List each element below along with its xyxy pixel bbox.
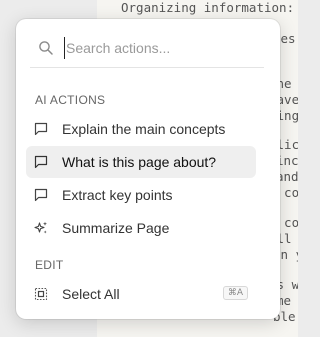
action-label: Extract key points [62,187,173,203]
chat-bubble-icon [34,188,48,202]
action-select-all[interactable]: Select All ⌘A [26,278,256,310]
chat-bubble-icon [34,155,48,169]
document-text-line: Organizing information: Ma [121,0,298,15]
chat-bubble-icon [34,122,48,136]
action-label: Summarize Page [62,220,170,236]
search-icon [39,41,53,55]
section-label-edit: EDIT [35,258,64,272]
action-label: Select All [62,286,120,302]
select-all-icon [34,287,48,301]
search-bar [30,31,264,68]
action-label: What is this page about? [62,154,217,170]
shortcut-badge: ⌘A [222,286,248,300]
section-label-ai-actions: AI ACTIONS [35,93,106,107]
search-input[interactable] [64,37,256,59]
action-summarize-page[interactable]: Summarize Page [26,212,256,244]
action-extract-key-points[interactable]: Extract key points [26,179,256,211]
action-what-is-this-page-about[interactable]: What is this page about? [26,146,256,178]
action-label: Explain the main concepts [62,121,226,137]
action-explain-main-concepts[interactable]: Explain the main concepts [26,113,256,145]
action-palette: AI ACTIONS Explain the main concepts Wha… [16,19,280,319]
sparkle-icon [34,221,47,234]
